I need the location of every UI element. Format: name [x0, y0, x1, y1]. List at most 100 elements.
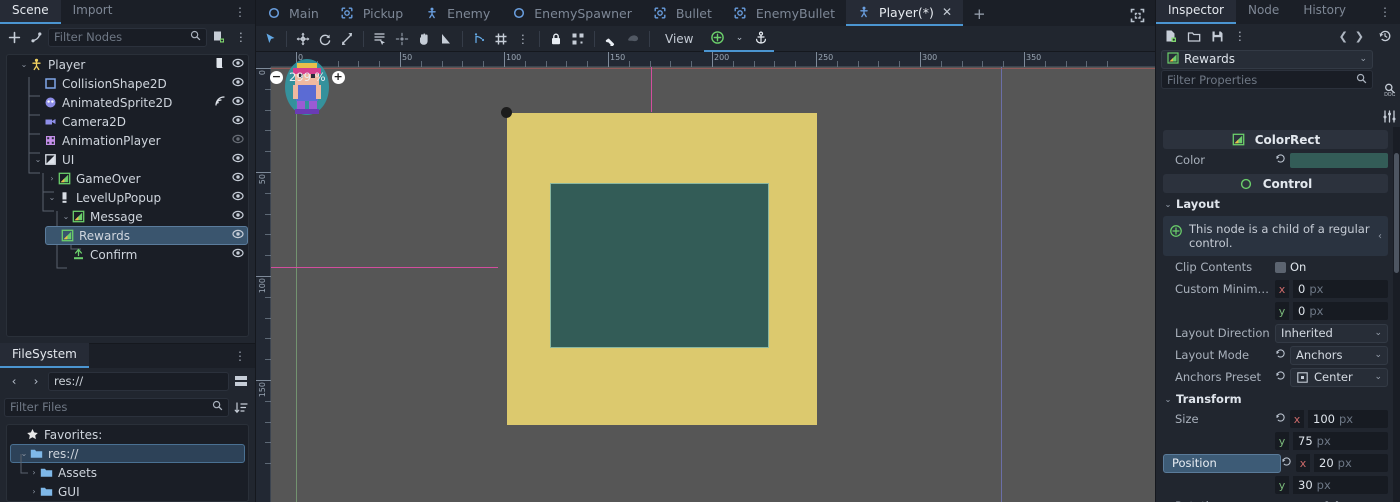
- zoom-out-icon[interactable]: −: [270, 70, 283, 84]
- filter-properties-input[interactable]: Filter Properties: [1161, 70, 1373, 89]
- value-x-field[interactable]: 100 px: [1308, 410, 1388, 428]
- new-resource-icon[interactable]: [1161, 26, 1181, 46]
- history-icon[interactable]: [1375, 26, 1395, 46]
- filter-files-input[interactable]: Filter Files: [4, 397, 229, 417]
- revert-icon[interactable]: [1275, 412, 1286, 426]
- inspector-settings-icon[interactable]: [1382, 109, 1397, 127]
- scene-tree-item-ui[interactable]: ⌄ UI: [7, 150, 248, 169]
- toggle-split-mode-icon[interactable]: [231, 371, 251, 391]
- scene-tree-item-leveluppopup[interactable]: ⌄ LevelUpPopup: [7, 188, 248, 207]
- 2d-viewport[interactable]: − 299 % + 0 50 100 150 200 250 300 350 0 50 100 15…: [256, 52, 1155, 502]
- filesystem-item-favorites[interactable]: Favorites:: [7, 425, 248, 444]
- tree-expand-arrow[interactable]: ⌄: [19, 449, 29, 458]
- layout-direction-dropdown[interactable]: Inherited ⌄: [1275, 323, 1388, 343]
- lock-icon[interactable]: [546, 29, 566, 49]
- scene-tab-bullet[interactable]: Bullet: [643, 0, 723, 26]
- open-resource-icon[interactable]: [1184, 26, 1204, 46]
- scene-tree-item-player[interactable]: ⌄ Player: [7, 55, 248, 74]
- anchor-preset-icon[interactable]: [707, 28, 727, 48]
- script-icon[interactable]: [214, 57, 226, 72]
- filesystem-path[interactable]: res://: [48, 371, 229, 391]
- clip-contents-checkbox[interactable]: [1275, 261, 1286, 273]
- value-x-field[interactable]: 20 px: [1314, 454, 1388, 472]
- scene-tab-enemy[interactable]: Enemy: [414, 0, 501, 26]
- visibility-eye-icon[interactable]: [232, 57, 244, 72]
- chevron-down-icon[interactable]: ⌄: [1163, 395, 1173, 404]
- scene-tree-item-collisionshape2d[interactable]: CollisionShape2D: [7, 74, 248, 93]
- visibility-eye-icon[interactable]: [232, 228, 244, 243]
- revert-icon[interactable]: [1275, 370, 1286, 384]
- chevron-down-icon[interactable]: ⌄: [1163, 200, 1173, 209]
- chevron-down-icon[interactable]: ⌄: [1374, 328, 1382, 338]
- layout-mode-dropdown[interactable]: Anchors ⌄: [1290, 345, 1388, 365]
- inspector-group-layout[interactable]: ⌄ Layout: [1163, 195, 1388, 213]
- scene-tab-player[interactable]: Player(*) ✕: [846, 0, 963, 26]
- chevron-left-icon[interactable]: ❮: [1339, 30, 1348, 43]
- tree-expand-arrow[interactable]: ›: [29, 487, 39, 496]
- inspected-object-row[interactable]: Rewards ⌄: [1156, 48, 1378, 70]
- filter-nodes-input[interactable]: Filter Nodes: [48, 27, 207, 47]
- plus-icon[interactable]: [4, 27, 24, 47]
- rotate-mode-icon[interactable]: [315, 29, 335, 49]
- scene-tab-enemybullet[interactable]: EnemyBullet: [723, 0, 846, 26]
- inspected-object-box[interactable]: Rewards ⌄: [1161, 49, 1373, 69]
- tab-scene[interactable]: Scene: [0, 0, 61, 24]
- resource-options-icon[interactable]: ⋮: [1230, 26, 1250, 46]
- save-resource-icon[interactable]: [1207, 26, 1227, 46]
- signal-icon[interactable]: [214, 95, 226, 110]
- zoom-in-icon[interactable]: +: [331, 70, 345, 84]
- color-swatch[interactable]: [1290, 152, 1388, 168]
- visibility-eye-icon[interactable]: [232, 133, 244, 148]
- chevron-down-icon[interactable]: ⌄: [729, 28, 749, 48]
- property-label[interactable]: Position: [1163, 453, 1281, 473]
- rewards-colorrect[interactable]: [550, 183, 769, 348]
- scene-tree[interactable]: ⌄ Player CollisionShape2D AnimatedSprite2D C…: [6, 54, 249, 337]
- filesystem-item-res[interactable]: ⌄ res://: [10, 444, 245, 463]
- filesystem-more-options-icon[interactable]: ⋮: [226, 344, 255, 368]
- scene-tab-enemyspawner[interactable]: EnemySpawner: [501, 0, 643, 26]
- zoom-controls[interactable]: − 299 % +: [270, 70, 345, 84]
- close-icon[interactable]: ✕: [942, 5, 952, 19]
- value-y-field[interactable]: 75 px: [1293, 432, 1388, 450]
- chevron-right-icon[interactable]: ❯: [1355, 30, 1364, 43]
- inspector-more-options-icon[interactable]: ⋮: [1371, 0, 1400, 24]
- bone-icon[interactable]: [601, 29, 621, 49]
- chevron-right-icon[interactable]: ›: [26, 371, 46, 391]
- scene-tree-item-confirm[interactable]: Confirm: [7, 245, 248, 264]
- scene-tree-item-camera2d[interactable]: Camera2D: [7, 112, 248, 131]
- tab-history[interactable]: History: [1291, 0, 1358, 24]
- tab-node[interactable]: Node: [1236, 0, 1291, 24]
- chevron-down-icon[interactable]: ⌄: [1359, 54, 1367, 64]
- tree-expand-arrow[interactable]: ⌄: [33, 155, 43, 164]
- move-mode-icon[interactable]: [293, 29, 313, 49]
- skeleton-icon[interactable]: [623, 29, 643, 49]
- tree-expand-arrow[interactable]: ⌄: [61, 212, 71, 221]
- tab-import[interactable]: Import: [61, 0, 125, 24]
- tree-expand-arrow[interactable]: ›: [47, 174, 57, 183]
- ruler-mode-icon[interactable]: [392, 29, 412, 49]
- scene-more-options-icon[interactable]: ⋮: [231, 27, 251, 47]
- create-script-icon[interactable]: [209, 27, 229, 47]
- filesystem-item-gui[interactable]: › GUI: [7, 482, 248, 501]
- revert-icon[interactable]: [1275, 348, 1286, 362]
- anchor-mode-icon[interactable]: [751, 28, 771, 48]
- instance-child-scene-icon[interactable]: [26, 27, 46, 47]
- filesystem-item-assets[interactable]: › Assets: [7, 463, 248, 482]
- value-y-field[interactable]: 0 px: [1293, 302, 1388, 320]
- tree-expand-arrow[interactable]: ⌄: [19, 60, 29, 69]
- add-scene-tab-button[interactable]: +: [963, 2, 996, 26]
- tree-expand-arrow[interactable]: ⌄: [47, 193, 57, 202]
- visibility-eye-icon[interactable]: [232, 114, 244, 129]
- visibility-eye-icon[interactable]: [232, 247, 244, 262]
- scene-tab-main[interactable]: Main: [256, 0, 330, 26]
- scene-tree-item-message[interactable]: ⌄ Message: [7, 207, 248, 226]
- tree-expand-arrow[interactable]: ›: [29, 468, 39, 477]
- inspector-scrollbar[interactable]: [1393, 127, 1400, 502]
- visibility-eye-icon[interactable]: [232, 171, 244, 186]
- list-mode-icon[interactable]: [370, 29, 390, 49]
- chevron-down-icon[interactable]: ⌄: [1374, 350, 1382, 360]
- chevron-left-icon[interactable]: ‹: [1378, 230, 1382, 244]
- distraction-free-mode-icon[interactable]: [1120, 8, 1155, 26]
- tab-inspector[interactable]: Inspector: [1156, 0, 1236, 24]
- select-mode-icon[interactable]: [260, 29, 280, 49]
